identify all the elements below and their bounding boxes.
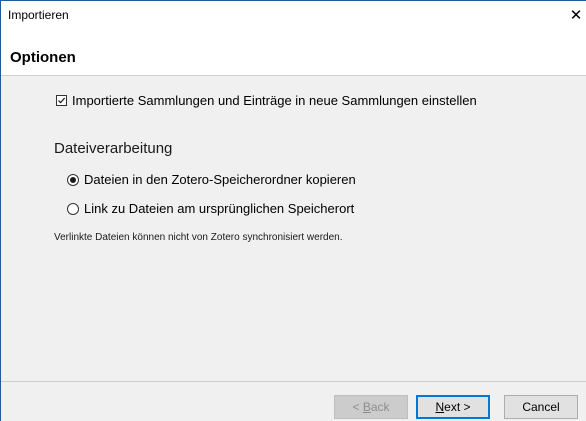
radio-link-files-row[interactable]: Link zu Dateien am ursprünglichen Speich… [67, 201, 354, 216]
page-title: Optionen [10, 49, 76, 66]
close-icon[interactable]: ✕ [566, 1, 586, 29]
next-button-mnemonic: N [435, 400, 445, 414]
cancel-button[interactable]: Cancel [504, 395, 578, 419]
radio-link-files[interactable] [67, 202, 79, 215]
sync-note: Verlinkte Dateien können nicht von Zoter… [54, 232, 343, 243]
back-button-rest: ack [370, 400, 390, 414]
file-handling-heading: Dateiverarbeitung [54, 140, 173, 157]
checkmark-icon [58, 97, 66, 104]
back-button-mnemonic: B [362, 400, 371, 414]
radio-copy-files[interactable] [67, 173, 79, 186]
new-collections-checkbox[interactable] [56, 95, 67, 106]
next-button[interactable]: Next > [416, 395, 490, 419]
title-bar: Importieren ✕ [1, 1, 586, 29]
radio-link-files-label: Link zu Dateien am ursprünglichen Speich… [84, 201, 355, 216]
next-button-rest: ext > [444, 400, 471, 414]
wizard-footer: < Back Next > Cancel [1, 382, 586, 421]
new-collections-checkbox-row[interactable]: Importierte Sammlungen und Einträge in n… [56, 93, 477, 108]
options-panel: Importierte Sammlungen und Einträge in n… [1, 76, 586, 381]
back-button-prefix: < [352, 400, 363, 414]
back-button[interactable]: < Back [334, 395, 408, 419]
wizard-header: Optionen [1, 29, 586, 75]
radio-copy-files-label: Dateien in den Zotero-Speicherordner kop… [84, 172, 356, 187]
import-dialog: Importieren ✕ Optionen Importierte Samml… [0, 0, 586, 421]
window-title: Importieren [8, 8, 69, 22]
new-collections-label: Importierte Sammlungen und Einträge in n… [72, 93, 477, 108]
radio-copy-files-row[interactable]: Dateien in den Zotero-Speicherordner kop… [67, 172, 356, 187]
